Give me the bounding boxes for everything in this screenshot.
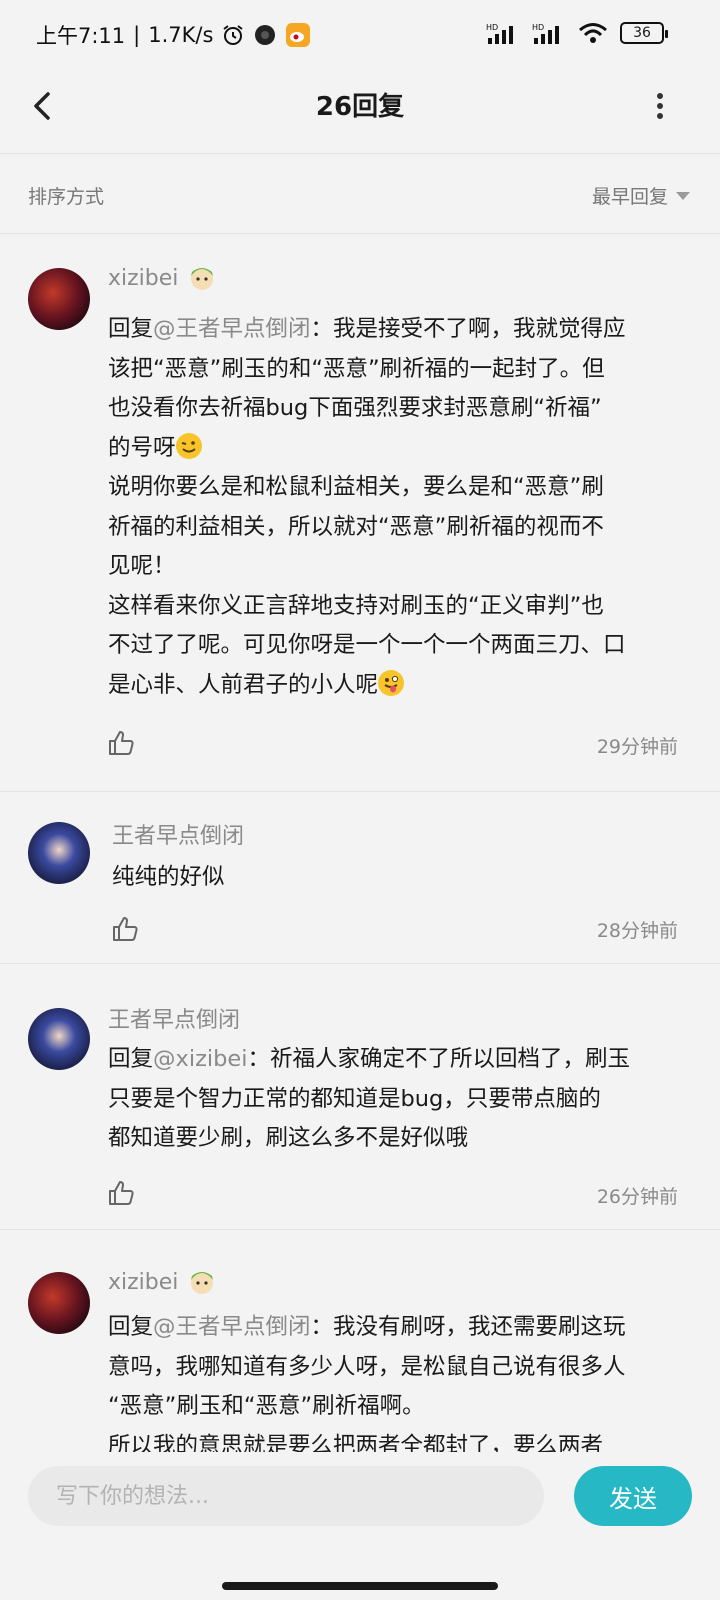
comment-input[interactable] — [28, 1466, 544, 1526]
comment-line: “恶意”刷玉和“恶意”刷祈福啊。 — [108, 1393, 425, 1419]
timestamp: 29分钟前 — [596, 736, 678, 758]
avatar[interactable] — [28, 268, 90, 330]
svg-text:HD: HD — [486, 23, 498, 32]
comment-line: 也没看你去祈福bug下面强烈要求封恶意刷“祈福” — [108, 395, 602, 421]
comment-line: 说明你要么是和松鼠利益相关，要么是和“恶意”刷 — [108, 474, 604, 500]
comment-line: 这样看来你义正言辞地支持对刷玉的“正义审判”也 — [108, 592, 604, 619]
username[interactable]: 王者早点倒闭 — [108, 1002, 240, 1034]
avatar[interactable] — [28, 1272, 90, 1334]
status-separator: | — [133, 23, 141, 47]
sort-bar: 排序方式 最早回复 — [0, 160, 720, 234]
network-speed: 1.7K/s — [148, 23, 214, 47]
like-icon[interactable] — [106, 1178, 136, 1208]
like-icon[interactable] — [106, 728, 136, 758]
comment-line: ：祈福人家确定不了所以回档了，刷玉 — [247, 1046, 631, 1072]
comment-line: 该把“恶意”刷玉的和“恶意”刷祈福的一起封了。但 — [108, 355, 605, 382]
comment-line: 不过了了呢。可见你呀是一个一个一个两面三刀、口 — [108, 632, 626, 658]
sort-value: 最早回复 — [591, 186, 668, 208]
avatar[interactable] — [28, 1008, 90, 1070]
sort-dropdown[interactable]: 最早回复 — [592, 182, 690, 209]
comment-body: 回复@王者早点倒闭：我没有刷呀，我还需要刷这玩 意吗，我哪知道有多少人呀，是松鼠… — [108, 1308, 688, 1466]
wink-emoji-icon — [175, 432, 202, 459]
alarm-icon — [221, 23, 245, 47]
mention-link[interactable]: @王者早点倒闭 — [153, 1314, 311, 1340]
comment-line: 见呢！ — [108, 553, 176, 579]
svg-text:HD: HD — [532, 23, 544, 32]
username[interactable]: xizibei — [108, 266, 178, 291]
username[interactable]: 王者早点倒闭 — [112, 818, 244, 850]
comment-line: ：我没有刷呀，我还需要刷这玩 — [310, 1314, 626, 1340]
chevron-down-icon — [676, 191, 690, 200]
comment-line: ：我是接受不了啊，我就觉得应 — [310, 316, 626, 342]
character-badge-icon — [188, 1268, 216, 1296]
comment-body: 纯纯的好似 — [112, 858, 692, 898]
clock-time: 上午7:11 — [36, 24, 126, 48]
reply-prefix: 回复 — [108, 1314, 154, 1340]
comment-line: 意吗，我哪知道有多少人呀，是松鼠自己说有很多人 — [108, 1353, 626, 1380]
timestamp: 26分钟前 — [596, 1186, 678, 1208]
comment-item: xizibei 回复@王者早点倒闭：我是接受不了啊，我就觉得应 该把“恶意”刷玉… — [0, 236, 720, 792]
weibo-icon — [285, 22, 311, 48]
comment-line: 只要是个智力正常的都知道是bug，只要带点脑的 — [108, 1085, 601, 1112]
signal-hd-icon: HD — [486, 22, 520, 44]
comment-line: 是心非、人前君子的小人呢 — [108, 671, 379, 698]
page-title: 26回复 — [315, 92, 405, 122]
comment-item: xizibei 回复@王者早点倒闭：我没有刷呀，我还需要刷这玩 意吗，我哪知道有… — [0, 1230, 720, 1460]
mention-link[interactable]: @xizibei — [153, 1046, 248, 1072]
timestamp: 28分钟前 — [596, 920, 678, 942]
reply-prefix: 回复 — [108, 316, 154, 342]
character-badge-icon — [188, 264, 216, 292]
username[interactable]: xizibei — [108, 1270, 178, 1295]
comment-line: 的号呀 — [108, 434, 176, 461]
reply-prefix: 回复 — [108, 1046, 154, 1072]
comment-line: 都知道要少刷，刷这么多不是好似哦 — [108, 1125, 469, 1151]
avatar[interactable] — [28, 822, 90, 884]
send-button[interactable]: 发送 — [574, 1466, 692, 1526]
signal-hd-icon: HD — [532, 22, 566, 44]
comment-line: 祈福的利益相关，所以就对“恶意”刷祈福的视而不 — [108, 513, 604, 540]
comment-body: 回复@王者早点倒闭：我是接受不了啊，我就觉得应 该把“恶意”刷玉的和“恶意”刷祈… — [108, 310, 688, 705]
comment-replies-screen: 上午7:11 | 1.7K/s HD HD 36 26回复 排序方式 最早回复 … — [0, 0, 720, 1600]
mention-link[interactable]: @王者早点倒闭 — [153, 316, 311, 342]
sort-label: 排序方式 — [28, 186, 105, 208]
comment-item: 王者早点倒闭 回复@xizibei：祈福人家确定不了所以回档了，刷玉 只要是个智… — [0, 964, 720, 1230]
like-icon[interactable] — [110, 914, 140, 944]
circle-app-icon — [253, 23, 277, 47]
status-bar: 上午7:11 | 1.7K/s HD HD 36 — [0, 0, 720, 70]
home-indicator[interactable] — [222, 1582, 498, 1590]
comment-item: 王者早点倒闭 纯纯的好似 28分钟前 — [0, 792, 720, 964]
comment-line: 纯纯的好似 — [112, 864, 225, 890]
tongue-emoji-icon — [378, 669, 405, 696]
wifi-icon — [578, 22, 608, 44]
comment-composer: 发送 — [0, 1452, 720, 1600]
comment-body: 回复@xizibei：祈福人家确定不了所以回档了，刷玉 只要是个智力正常的都知道… — [108, 1040, 688, 1159]
top-app-bar: 26回复 — [0, 70, 720, 154]
battery-icon: 36 — [620, 22, 668, 44]
more-vertical-icon[interactable] — [650, 88, 670, 124]
